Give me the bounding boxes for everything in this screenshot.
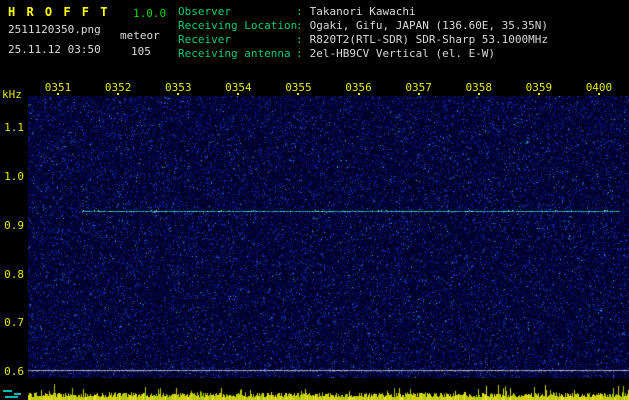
scale-mark bbox=[5, 396, 18, 398]
freq-tick-label: 0.9 bbox=[4, 218, 24, 232]
time-tick-mark bbox=[477, 93, 480, 95]
time-tick-mark bbox=[597, 93, 600, 95]
time-tick-mark bbox=[177, 93, 180, 95]
time-tick-mark bbox=[297, 93, 300, 95]
level-scale-marks bbox=[2, 388, 27, 400]
info-colon: : bbox=[296, 5, 303, 18]
app-version: 1.0.0 bbox=[133, 7, 167, 20]
info-value: 2el-HB9CV Vertical (el. E-W) bbox=[309, 47, 496, 60]
freq-tick-label: 1.1 bbox=[4, 121, 24, 135]
info-colon: : bbox=[296, 33, 303, 46]
time-tick-mark bbox=[117, 93, 120, 95]
freq-tick-label: 0.8 bbox=[4, 267, 24, 281]
hrofft-window: H R O F F T 1.0.0 2511120350.png meteor … bbox=[0, 0, 629, 400]
station-info-row: Receiving antenna:2el-HB9CV Vertical (el… bbox=[178, 47, 548, 61]
station-info: Observer: Takanori Kawachi Receiving Locat… bbox=[178, 5, 548, 61]
freq-tick-label: 0.7 bbox=[4, 316, 24, 330]
info-value: Takanori Kawachi bbox=[309, 5, 416, 18]
station-info-row: Receiver: R820T2(RTL-SDR) SDR-Sharp 53.10… bbox=[178, 33, 548, 47]
spectrogram-canvas bbox=[28, 96, 629, 378]
scale-mark bbox=[14, 393, 21, 395]
info-label: Receiving Location bbox=[178, 19, 298, 32]
info-label: Receiving antenna bbox=[178, 47, 291, 60]
station-info-row: Receiving Location: Ogaki, Gifu, JAPAN (1… bbox=[178, 19, 548, 33]
time-tick-mark bbox=[357, 93, 360, 95]
time-tick-mark bbox=[237, 93, 240, 95]
app-title: H R O F F T bbox=[8, 5, 110, 19]
time-tick-mark bbox=[417, 93, 420, 95]
echo-count: 105 bbox=[131, 45, 151, 58]
info-label: Observer bbox=[178, 5, 231, 18]
freq-tick-label: 1.0 bbox=[4, 169, 24, 183]
signal-level-canvas bbox=[28, 381, 629, 400]
freq-axis-unit: kHz bbox=[2, 88, 22, 101]
info-colon: : bbox=[296, 19, 303, 32]
mode-label: meteor bbox=[120, 29, 160, 42]
output-filename: 2511120350.png bbox=[8, 23, 101, 36]
info-colon: : bbox=[296, 47, 303, 60]
info-value: Ogaki, Gifu, JAPAN (136.60E, 35.35N) bbox=[309, 19, 549, 32]
info-label: Receiver bbox=[178, 33, 231, 46]
time-tick-mark bbox=[537, 93, 540, 95]
scale-mark bbox=[3, 390, 12, 392]
info-value: R820T2(RTL-SDR) SDR-Sharp 53.1000MHz bbox=[309, 33, 549, 46]
time-tick-mark bbox=[57, 93, 60, 95]
station-info-row: Observer: Takanori Kawachi bbox=[178, 5, 548, 19]
freq-tick-label: 0.6 bbox=[4, 365, 24, 379]
observation-datetime: 25.11.12 03:50 bbox=[8, 43, 101, 56]
